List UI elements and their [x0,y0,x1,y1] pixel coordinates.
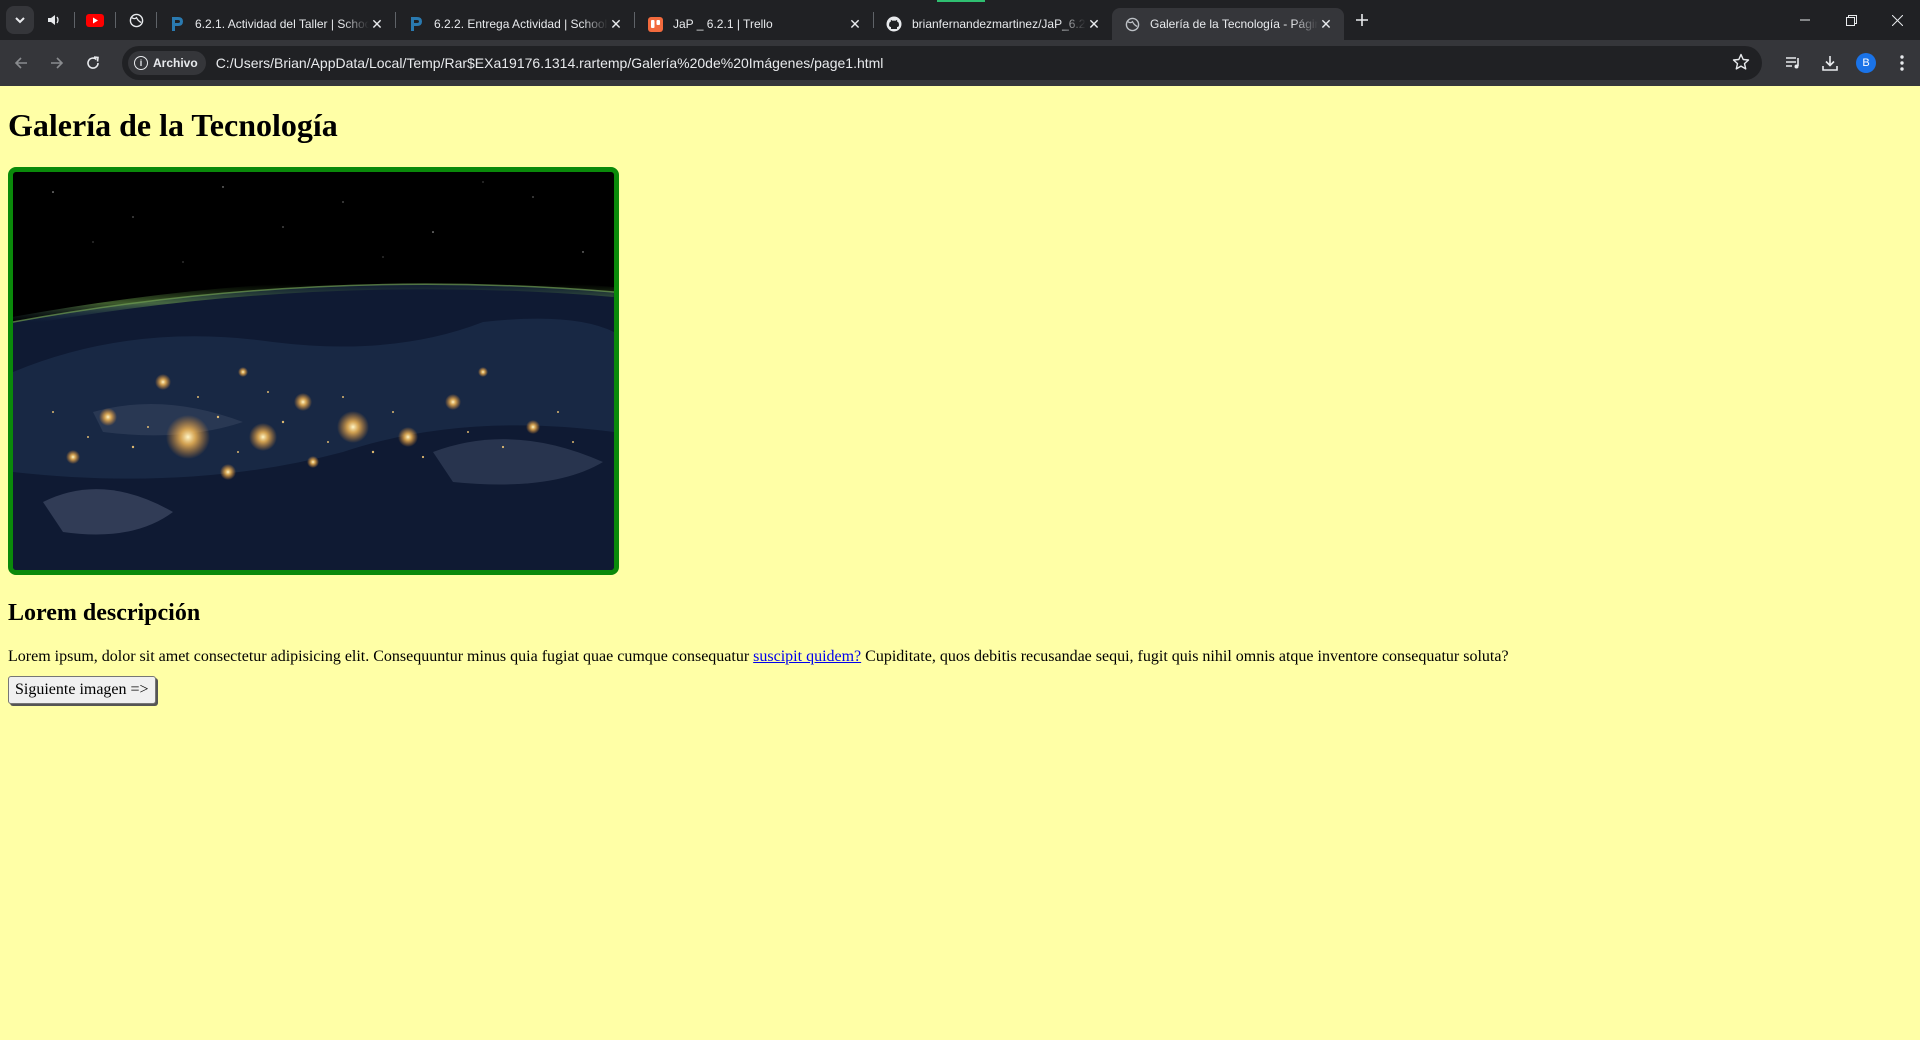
restore-button[interactable] [1828,0,1874,40]
youtube-icon [86,13,104,27]
arrow-left-icon [14,57,27,69]
profile-button[interactable]: B [1848,46,1884,80]
tab-actividad-taller[interactable]: 6.2.1. Actividad del Taller | School ✕ [157,8,395,40]
site-info-chip[interactable]: i Archivo [128,51,206,75]
window-controls [1782,0,1920,40]
trello-icon [647,16,663,32]
tab-github[interactable]: brianfernandezmartinez/JaP_6.2 ✕ [874,8,1112,40]
back-button[interactable] [4,46,38,80]
pinned-tab-globe[interactable] [116,6,156,34]
page-content: Galería de la Tecnología Lorem descripci… [0,86,1920,1040]
tab-title: JaP _ 6.2.1 | Trello [673,17,773,31]
globe-icon [1124,16,1140,32]
window-close-button[interactable] [1874,0,1920,40]
close-icon [1891,14,1903,26]
close-icon[interactable]: ✕ [608,16,624,32]
description-paragraph: Lorem ipsum, dolor sit amet consectetur … [8,648,1509,666]
earth-at-night-image [8,167,619,575]
minimize-button[interactable] [1782,0,1828,40]
description-text: Lorem ipsum, dolor sit amet consectetur … [8,648,754,665]
close-icon[interactable]: ✕ [369,16,385,32]
p-icon [408,16,424,32]
tab-entrega-actividad[interactable]: 6.2.2. Entrega Actividad | School ✕ [396,8,634,40]
tab-search-button[interactable] [6,6,34,34]
pinned-tab-audio[interactable] [34,6,74,34]
tab-indicator [937,0,985,2]
speaker-icon [48,15,59,25]
section-heading: Lorem descripción [8,600,201,626]
p-icon [169,16,185,32]
description-text-end: Cupiditate, quos debitis recusandae sequ… [861,648,1509,665]
download-icon [1822,56,1838,71]
url-text[interactable]: C:/Users/Brian/AppData/Local/Temp/Rar$EX… [216,55,884,71]
next-image-button[interactable]: Siguiente imagen => [8,676,156,704]
browser-toolbar: i Archivo C:/Users/Brian/AppData/Local/T… [0,40,1920,86]
description-link[interactable]: suscipit quidem? [753,648,861,665]
bookmark-star-button[interactable] [1732,53,1750,76]
arrow-right-icon [51,57,64,69]
more-vert-icon [1900,55,1904,71]
media-controls-button[interactable] [1776,46,1812,80]
downloads-button[interactable] [1812,46,1848,80]
address-bar[interactable]: i Archivo C:/Users/Brian/AppData/Local/T… [122,46,1762,80]
close-icon[interactable]: ✕ [1318,16,1334,32]
tab-title: 6.2.2. Entrega Actividad | School [434,17,608,31]
earth-night-photo [13,181,614,570]
new-tab-button[interactable] [1348,6,1376,34]
page-title: Galería de la Tecnología [8,107,338,143]
close-icon[interactable]: ✕ [1086,16,1102,32]
minimize-icon [1800,19,1810,21]
menu-button[interactable] [1884,46,1920,80]
tab-strip: 6.2.1. Actividad del Taller | School ✕ 6… [0,0,1920,40]
github-icon [886,16,902,32]
tab-galeria-active[interactable]: Galería de la Tecnología - Página ✕ [1112,8,1344,40]
forward-button[interactable] [40,46,74,80]
reload-icon [87,56,99,69]
globe-icon [129,13,143,27]
tab-title: Galería de la Tecnología - Página [1150,17,1318,31]
close-icon[interactable]: ✕ [847,16,863,32]
toolbar-actions: B [1776,46,1920,80]
tab-trello[interactable]: JaP _ 6.2.1 | Trello ✕ [635,8,873,40]
reload-button[interactable] [76,46,110,80]
playlist-icon [1786,57,1799,69]
avatar: B [1856,53,1876,73]
pinned-tab-youtube[interactable] [75,6,115,34]
restore-icon [1845,14,1857,26]
chevron-down-icon [15,17,25,24]
site-info-label: Archivo [153,56,198,70]
star-icon [1732,53,1750,70]
tab-title: brianfernandezmartinez/JaP_6.2 [912,17,1086,31]
info-icon: i [134,56,148,70]
tab-title: 6.2.1. Actividad del Taller | School [195,17,369,31]
plus-icon [1356,14,1368,26]
